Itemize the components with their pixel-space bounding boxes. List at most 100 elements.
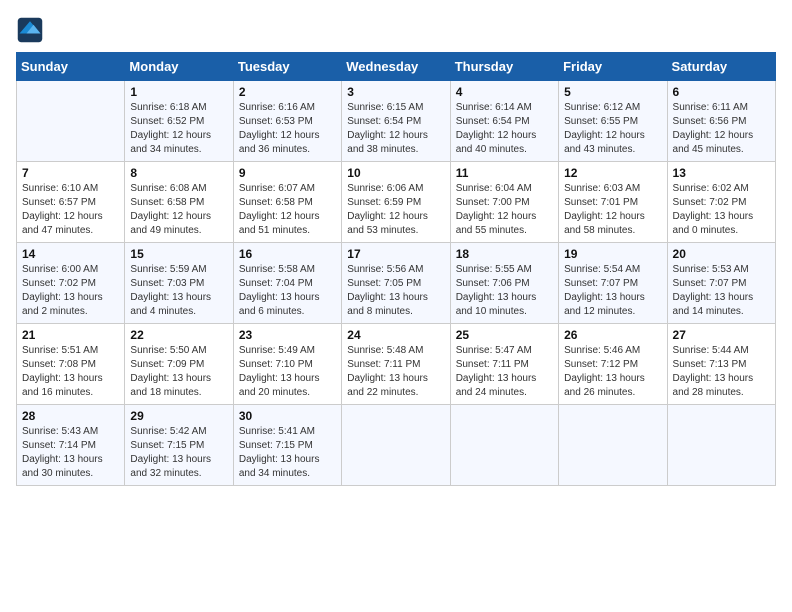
calendar-week-row: 28 Sunrise: 5:43 AM Sunset: 7:14 PM Dayli… (17, 405, 776, 486)
weekday-header-cell: Wednesday (342, 53, 450, 81)
calendar-day-cell: 6Sunrise: 6:11 AM Sunset: 6:56 PM Daylig… (667, 81, 775, 162)
calendar-week-row: 7 Sunrise: 6:10 AM Sunset: 6:57 PM Daylig… (17, 162, 776, 243)
day-number: 28 (22, 409, 119, 423)
day-number: 1 (130, 85, 227, 99)
day-detail: Sunrise: 5:58 AM Sunset: 7:04 PM Dayligh… (239, 263, 336, 319)
day-detail: Sunrise: 6:04 AM Sunset: 7:00 PM Dayligh… (456, 182, 553, 238)
calendar-day-cell: 9 Sunrise: 6:07 AM Sunset: 6:58 PM Daylig… (233, 162, 341, 243)
day-number: 24 (347, 328, 444, 342)
day-detail: Sunrise: 6:07 AM Sunset: 6:58 PM Dayligh… (239, 182, 336, 238)
day-detail: Sunrise: 5:41 AM Sunset: 7:15 PM Dayligh… (239, 425, 336, 481)
calendar-day-cell: 19Sunrise: 5:54 AM Sunset: 7:07 PM Dayli… (559, 243, 667, 324)
page-header (16, 16, 776, 44)
day-detail: Sunrise: 5:48 AM Sunset: 7:11 PM Dayligh… (347, 344, 444, 400)
calendar-day-cell: 30 Sunrise: 5:41 AM Sunset: 7:15 PM Dayli… (233, 405, 341, 486)
calendar-day-cell: 17Sunrise: 5:56 AM Sunset: 7:05 PM Dayli… (342, 243, 450, 324)
calendar-table: SundayMondayTuesdayWednesdayThursdayFrid… (16, 52, 776, 486)
day-detail: Sunrise: 5:43 AM Sunset: 7:14 PM Dayligh… (22, 425, 119, 481)
calendar-day-cell: 26Sunrise: 5:46 AM Sunset: 7:12 PM Dayli… (559, 324, 667, 405)
day-detail: Sunrise: 6:08 AM Sunset: 6:58 PM Dayligh… (130, 182, 227, 238)
day-detail: Sunrise: 6:03 AM Sunset: 7:01 PM Dayligh… (564, 182, 661, 238)
calendar-day-cell: 27 Sunrise: 5:44 AM Sunset: 7:13 PM Dayli… (667, 324, 775, 405)
day-detail: Sunrise: 6:16 AM Sunset: 6:53 PM Dayligh… (239, 101, 336, 157)
calendar-day-cell: 5Sunrise: 6:12 AM Sunset: 6:55 PM Daylig… (559, 81, 667, 162)
day-detail: Sunrise: 5:44 AM Sunset: 7:13 PM Dayligh… (673, 344, 770, 400)
calendar-day-cell (559, 405, 667, 486)
day-detail: Sunrise: 5:46 AM Sunset: 7:12 PM Dayligh… (564, 344, 661, 400)
calendar-day-cell: 3Sunrise: 6:15 AM Sunset: 6:54 PM Daylig… (342, 81, 450, 162)
day-detail: Sunrise: 5:49 AM Sunset: 7:10 PM Dayligh… (239, 344, 336, 400)
calendar-day-cell: 18 Sunrise: 5:55 AM Sunset: 7:06 PM Dayli… (450, 243, 558, 324)
day-number: 9 (239, 166, 336, 180)
day-detail: Sunrise: 6:18 AM Sunset: 6:52 PM Dayligh… (130, 101, 227, 157)
calendar-day-cell: 28 Sunrise: 5:43 AM Sunset: 7:14 PM Dayli… (17, 405, 125, 486)
calendar-day-cell: 10 Sunrise: 6:06 AM Sunset: 6:59 PM Dayli… (342, 162, 450, 243)
weekday-header-cell: Thursday (450, 53, 558, 81)
calendar-day-cell: 11 Sunrise: 6:04 AM Sunset: 7:00 PM Dayli… (450, 162, 558, 243)
day-number: 4 (456, 85, 553, 99)
calendar-day-cell: 7 Sunrise: 6:10 AM Sunset: 6:57 PM Daylig… (17, 162, 125, 243)
day-detail: Sunrise: 6:15 AM Sunset: 6:54 PM Dayligh… (347, 101, 444, 157)
day-detail: Sunrise: 5:55 AM Sunset: 7:06 PM Dayligh… (456, 263, 553, 319)
weekday-header-cell: Sunday (17, 53, 125, 81)
calendar-day-cell: 4 Sunrise: 6:14 AM Sunset: 6:54 PM Daylig… (450, 81, 558, 162)
calendar-day-cell: 22 Sunrise: 5:50 AM Sunset: 7:09 PM Dayli… (125, 324, 233, 405)
calendar-day-cell: 21Sunrise: 5:51 AM Sunset: 7:08 PM Dayli… (17, 324, 125, 405)
weekday-header-row: SundayMondayTuesdayWednesdayThursdayFrid… (17, 53, 776, 81)
day-detail: Sunrise: 5:53 AM Sunset: 7:07 PM Dayligh… (673, 263, 770, 319)
calendar-day-cell: 29 Sunrise: 5:42 AM Sunset: 7:15 PM Dayli… (125, 405, 233, 486)
day-number: 8 (130, 166, 227, 180)
calendar-day-cell: 12 Sunrise: 6:03 AM Sunset: 7:01 PM Dayli… (559, 162, 667, 243)
day-detail: Sunrise: 6:12 AM Sunset: 6:55 PM Dayligh… (564, 101, 661, 157)
calendar-day-cell: 14 Sunrise: 6:00 AM Sunset: 7:02 PM Dayli… (17, 243, 125, 324)
day-number: 6 (673, 85, 770, 99)
weekday-header-cell: Saturday (667, 53, 775, 81)
calendar-day-cell: 13 Sunrise: 6:02 AM Sunset: 7:02 PM Dayli… (667, 162, 775, 243)
day-number: 15 (130, 247, 227, 261)
day-detail: Sunrise: 6:14 AM Sunset: 6:54 PM Dayligh… (456, 101, 553, 157)
weekday-header-cell: Tuesday (233, 53, 341, 81)
calendar-day-cell: 20 Sunrise: 5:53 AM Sunset: 7:07 PM Dayli… (667, 243, 775, 324)
day-number: 12 (564, 166, 661, 180)
day-detail: Sunrise: 5:56 AM Sunset: 7:05 PM Dayligh… (347, 263, 444, 319)
day-detail: Sunrise: 6:02 AM Sunset: 7:02 PM Dayligh… (673, 182, 770, 238)
calendar-day-cell: 24 Sunrise: 5:48 AM Sunset: 7:11 PM Dayli… (342, 324, 450, 405)
calendar-body: 1 Sunrise: 6:18 AM Sunset: 6:52 PM Daylig… (17, 81, 776, 486)
logo (16, 16, 48, 44)
day-number: 29 (130, 409, 227, 423)
day-number: 21 (22, 328, 119, 342)
calendar-day-cell (450, 405, 558, 486)
calendar-week-row: 21Sunrise: 5:51 AM Sunset: 7:08 PM Dayli… (17, 324, 776, 405)
calendar-day-cell (17, 81, 125, 162)
day-number: 2 (239, 85, 336, 99)
day-number: 20 (673, 247, 770, 261)
day-number: 11 (456, 166, 553, 180)
day-number: 7 (22, 166, 119, 180)
calendar-day-cell: 2 Sunrise: 6:16 AM Sunset: 6:53 PM Daylig… (233, 81, 341, 162)
calendar-day-cell: 16 Sunrise: 5:58 AM Sunset: 7:04 PM Dayli… (233, 243, 341, 324)
day-number: 30 (239, 409, 336, 423)
day-number: 18 (456, 247, 553, 261)
day-number: 27 (673, 328, 770, 342)
day-detail: Sunrise: 6:00 AM Sunset: 7:02 PM Dayligh… (22, 263, 119, 319)
calendar-day-cell: 23 Sunrise: 5:49 AM Sunset: 7:10 PM Dayli… (233, 324, 341, 405)
calendar-week-row: 1 Sunrise: 6:18 AM Sunset: 6:52 PM Daylig… (17, 81, 776, 162)
day-detail: Sunrise: 5:59 AM Sunset: 7:03 PM Dayligh… (130, 263, 227, 319)
day-number: 14 (22, 247, 119, 261)
day-number: 10 (347, 166, 444, 180)
day-detail: Sunrise: 5:50 AM Sunset: 7:09 PM Dayligh… (130, 344, 227, 400)
day-detail: Sunrise: 5:47 AM Sunset: 7:11 PM Dayligh… (456, 344, 553, 400)
calendar-day-cell: 1 Sunrise: 6:18 AM Sunset: 6:52 PM Daylig… (125, 81, 233, 162)
calendar-week-row: 14 Sunrise: 6:00 AM Sunset: 7:02 PM Dayli… (17, 243, 776, 324)
day-number: 23 (239, 328, 336, 342)
day-detail: Sunrise: 6:10 AM Sunset: 6:57 PM Dayligh… (22, 182, 119, 238)
day-number: 13 (673, 166, 770, 180)
day-detail: Sunrise: 6:06 AM Sunset: 6:59 PM Dayligh… (347, 182, 444, 238)
calendar-day-cell: 8 Sunrise: 6:08 AM Sunset: 6:58 PM Daylig… (125, 162, 233, 243)
calendar-day-cell (667, 405, 775, 486)
day-number: 22 (130, 328, 227, 342)
day-number: 16 (239, 247, 336, 261)
calendar-day-cell: 15 Sunrise: 5:59 AM Sunset: 7:03 PM Dayli… (125, 243, 233, 324)
day-number: 25 (456, 328, 553, 342)
day-detail: Sunrise: 5:42 AM Sunset: 7:15 PM Dayligh… (130, 425, 227, 481)
